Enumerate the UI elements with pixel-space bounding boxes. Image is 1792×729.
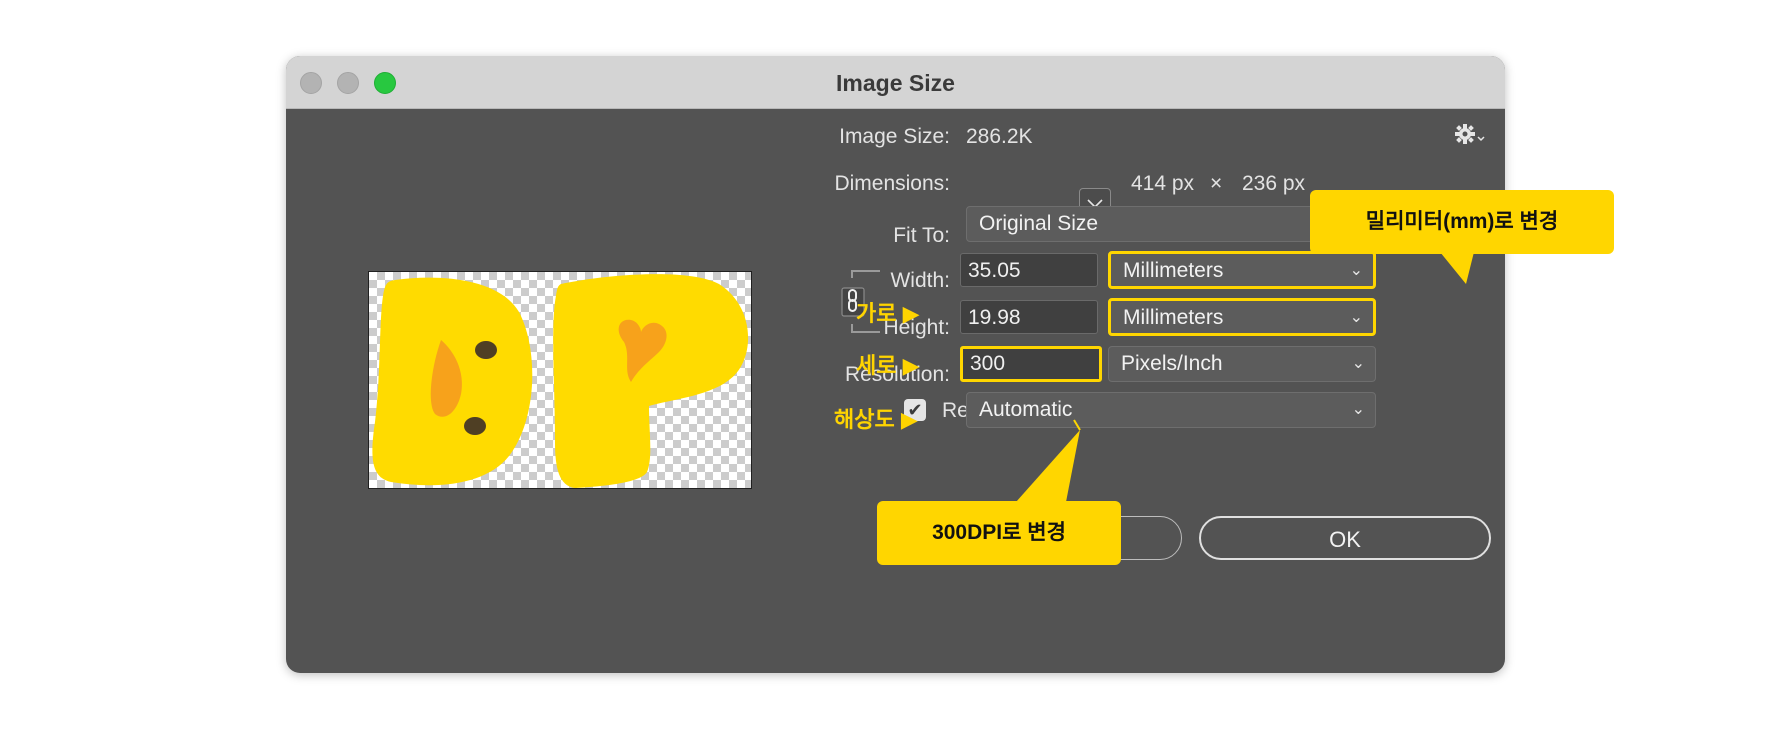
millimeters-callout: 밀리미터(mm)로 변경 [1310,190,1614,254]
callout-pointers [1016,252,1474,502]
dpi-callout: 300DPI로 변경 [877,501,1121,565]
